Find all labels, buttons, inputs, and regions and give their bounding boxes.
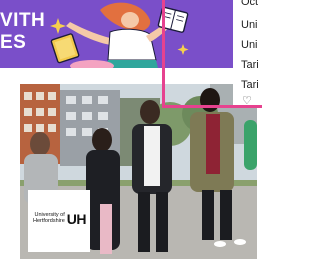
autocomplete-dropdown[interactable]: Oct Uni Uni Tari Tari ♡ xyxy=(233,0,263,105)
heart-icon[interactable]: ♡ xyxy=(242,96,252,106)
university-logo: University of Hertfordshire UH xyxy=(28,190,90,252)
banner-headline-line2: ES xyxy=(0,32,27,53)
dropdown-item-1[interactable]: Oct xyxy=(241,0,258,8)
dropdown-item-2[interactable]: Uni xyxy=(241,19,258,31)
banner-headline: VITH ES xyxy=(0,10,46,54)
banner-headline-line1: VITH xyxy=(0,10,46,31)
university-logo-text: University of Hertfordshire xyxy=(32,212,65,224)
dropdown-item-3[interactable]: Uni xyxy=(241,39,258,51)
university-logo-mark: UH xyxy=(66,211,87,227)
dropdown-item-4[interactable]: Tari xyxy=(241,59,259,71)
dropdown-item-5[interactable]: Tari xyxy=(241,79,259,91)
